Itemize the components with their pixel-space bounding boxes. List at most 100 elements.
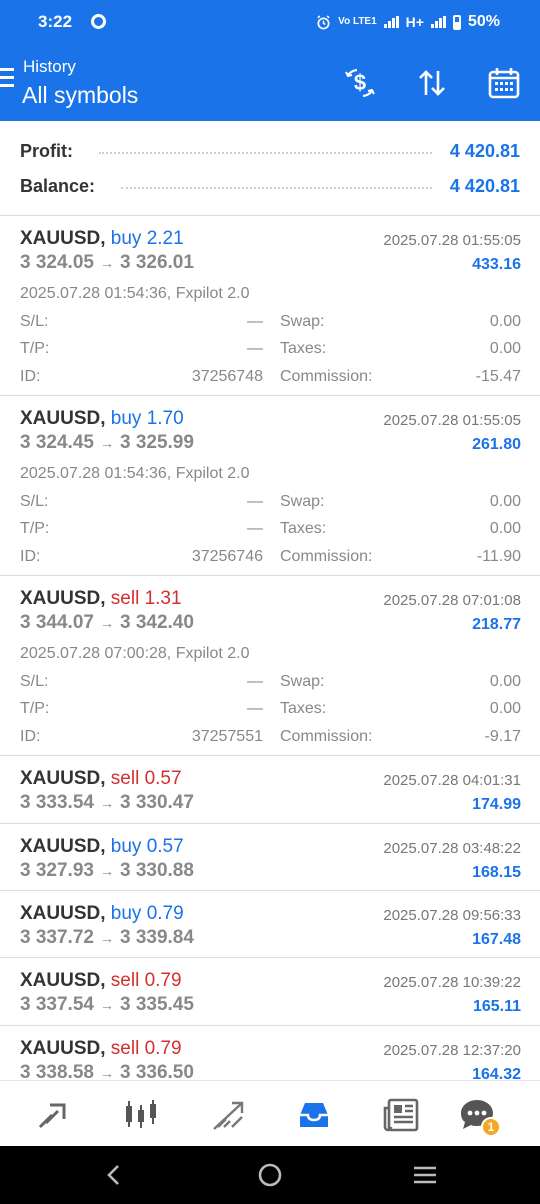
trade-side: sell 1.31 (110, 588, 182, 609)
network-type: H+ (405, 14, 424, 30)
id-value: 37256746 (191, 548, 263, 565)
trade-profit: 433.16 (472, 256, 521, 273)
symbol-filter-title[interactable]: All symbols (22, 82, 138, 109)
arrow-icon: → (99, 863, 114, 879)
tp-value: — (247, 340, 263, 357)
tp-label: T/P: (20, 700, 50, 717)
trade-open-price: 3 333.54 (20, 792, 94, 813)
id-label: ID: (20, 728, 41, 745)
trade-close-price: 3 339.84 (119, 927, 194, 948)
trade-close-time: 2025.07.28 07:01:08 (383, 592, 521, 609)
taxes-label: Taxes: (280, 520, 327, 537)
trade-item[interactable]: XAUUSD, sell 0.57 2025.07.28 04:01:31 3 … (0, 756, 540, 824)
trade-side: buy 0.79 (110, 903, 184, 924)
sl-swap-row: S/L: — Swap: 0.00 (20, 313, 521, 333)
commission-label: Commission: (280, 728, 373, 745)
tp-taxes-row: T/P: — Taxes: 0.00 (20, 520, 521, 540)
profit-row: Profit: 4 420.81 (20, 139, 520, 163)
signal-2-icon (430, 16, 446, 28)
trade-side: buy 2.21 (110, 228, 184, 249)
tp-taxes-row: T/P: — Taxes: 0.00 (20, 340, 521, 360)
trade-item[interactable]: XAUUSD, sell 1.31 2025.07.28 07:01:08 3 … (0, 576, 540, 756)
trade-open-price: 3 337.54 (20, 994, 94, 1015)
back-icon[interactable] (96, 1158, 132, 1192)
trade-item[interactable]: XAUUSD, buy 1.70 2025.07.28 01:55:05 3 3… (0, 396, 540, 576)
trade-item[interactable]: XAUUSD, buy 0.79 2025.07.28 09:56:33 3 3… (0, 891, 540, 958)
calendar-icon[interactable] (484, 63, 524, 103)
commission-value: -15.47 (475, 368, 521, 385)
trade-close-price: 3 330.47 (119, 792, 194, 813)
trade-open-info: 2025.07.28 01:54:36, Fxpilot 2.0 (20, 465, 250, 482)
news-icon[interactable] (379, 1093, 423, 1137)
swap-label: Swap: (280, 493, 325, 510)
dotted-leader (99, 152, 432, 154)
sl-value: — (247, 673, 263, 690)
trade-symbol: XAUUSD, (20, 768, 106, 789)
tp-taxes-row: T/P: — Taxes: 0.00 (20, 700, 521, 720)
battery-percent: 50% (467, 13, 500, 30)
battery-icon (452, 14, 461, 30)
trade-symbol: XAUUSD, (20, 228, 106, 249)
trade-item[interactable]: XAUUSD, sell 0.79 2025.07.28 10:39:22 3 … (0, 958, 540, 1026)
top-bar: 3:22 Vo LTE1 H+ 50% History All symbols … (0, 0, 540, 121)
arrow-icon: → (99, 255, 114, 271)
status-bar: 3:22 Vo LTE1 H+ 50% (0, 0, 540, 46)
id-commission-row: ID: 37256746 Commission: -11.90 (20, 548, 521, 568)
sl-swap-row: S/L: — Swap: 0.00 (20, 673, 521, 693)
balance-row: Balance: 4 420.81 (20, 174, 520, 198)
balance-label: Balance: (20, 175, 96, 196)
sort-arrows-icon[interactable] (412, 63, 452, 103)
sl-value: — (247, 493, 263, 510)
signal-1-icon (383, 16, 399, 28)
home-icon[interactable] (252, 1158, 288, 1192)
trade-open-price: 3 327.93 (20, 860, 94, 881)
trade-close-time: 2025.07.28 03:48:22 (383, 840, 521, 857)
profit-label: Profit: (20, 140, 73, 161)
trade-icon[interactable] (206, 1093, 250, 1137)
trade-close-price: 3 342.40 (119, 612, 194, 633)
recent-apps-icon[interactable] (407, 1158, 443, 1192)
id-value: 37256748 (191, 368, 263, 385)
id-label: ID: (20, 368, 41, 385)
taxes-label: Taxes: (280, 700, 327, 717)
commission-label: Commission: (280, 548, 373, 565)
trade-item[interactable]: XAUUSD, buy 0.57 2025.07.28 03:48:22 3 3… (0, 824, 540, 891)
trade-close-time: 2025.07.28 09:56:33 (383, 907, 521, 924)
trade-close-time: 2025.07.28 01:55:05 (383, 232, 521, 249)
trade-close-time: 2025.07.28 04:01:31 (383, 772, 521, 789)
trade-side: sell 0.79 (110, 1038, 182, 1059)
arrow-icon: → (99, 435, 114, 451)
trade-profit: 261.80 (472, 436, 521, 453)
trade-open-price: 3 324.05 (20, 252, 94, 273)
system-navigation (0, 1146, 540, 1204)
trade-profit: 168.15 (472, 864, 521, 881)
history-icon[interactable] (292, 1093, 336, 1137)
trade-item[interactable]: XAUUSD, buy 2.21 2025.07.28 01:55:05 3 3… (0, 216, 540, 396)
notification-ring-icon (91, 14, 106, 29)
trade-close-time: 2025.07.28 10:39:22 (383, 974, 521, 991)
trade-profit: 174.99 (472, 796, 521, 813)
sl-swap-row: S/L: — Swap: 0.00 (20, 493, 521, 513)
dollar-sort-icon[interactable]: $ (340, 63, 380, 103)
swap-value: 0.00 (489, 673, 521, 690)
id-commission-row: ID: 37257551 Commission: -9.17 (20, 728, 521, 748)
trade-symbol: XAUUSD, (20, 588, 106, 609)
commission-value: -9.17 (484, 728, 521, 745)
chat-icon[interactable]: 1 (455, 1093, 501, 1137)
status-indicators: Vo LTE1 H+ 50% (316, 13, 500, 31)
bottom-navigation: 1 (0, 1080, 540, 1146)
chart-icon[interactable] (119, 1093, 163, 1137)
arrow-icon: → (99, 997, 114, 1013)
sl-label: S/L: (20, 493, 49, 510)
trade-open-price: 3 324.45 (20, 432, 94, 453)
trade-side: sell 0.79 (110, 970, 182, 991)
swap-value: 0.00 (489, 313, 521, 330)
tp-label: T/P: (20, 520, 50, 537)
trade-symbol: XAUUSD, (20, 408, 106, 429)
arrow-icon: → (99, 1065, 114, 1081)
menu-icon[interactable] (0, 68, 15, 92)
swap-label: Swap: (280, 673, 325, 690)
svg-text:$: $ (354, 70, 366, 95)
trade-open-price: 3 337.72 (20, 927, 94, 948)
quotes-icon[interactable] (32, 1093, 76, 1137)
